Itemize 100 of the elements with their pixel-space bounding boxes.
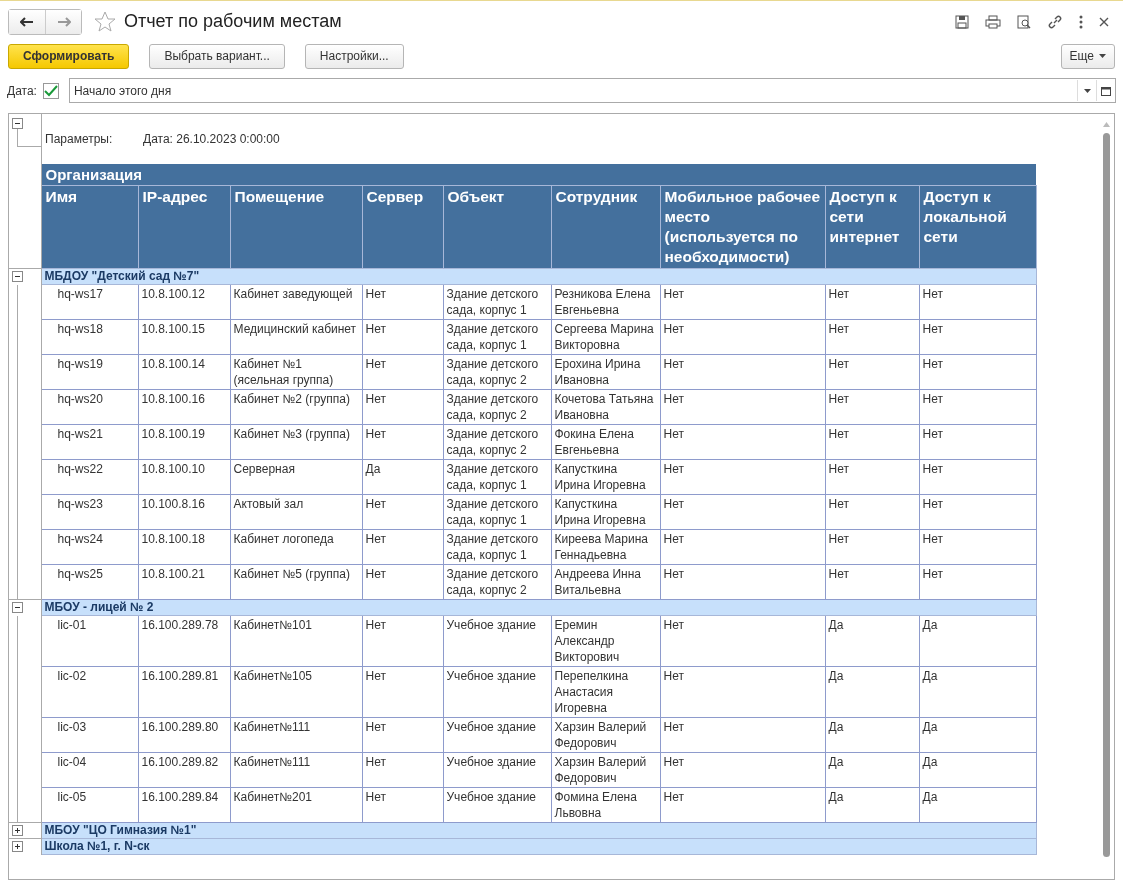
table-cell: 16.100.289.78 (138, 615, 230, 667)
table-cell: Здание детского сада, корпус 1 (443, 529, 551, 565)
table-cell: Да (825, 717, 919, 753)
table-cell: Нет (660, 529, 825, 565)
table-cell: Нет (919, 319, 1037, 355)
table-cell: lic-05 (41, 787, 138, 823)
table-cell: Нет (825, 459, 919, 495)
table-cell: Да (825, 666, 919, 718)
collapse-toggle[interactable] (12, 118, 23, 129)
table-cell: Нет (919, 459, 1037, 495)
table-cell: Киреева Марина Геннадьевна (551, 529, 660, 565)
column-header: Доступ к сети интернет (825, 185, 919, 269)
back-button[interactable] (9, 9, 45, 34)
table-cell: Кабинет№201 (230, 787, 362, 823)
date-field[interactable]: Начало этого дня (68, 78, 1116, 103)
table-cell: 16.100.289.84 (138, 787, 230, 823)
calendar-icon[interactable] (1101, 85, 1111, 96)
table-cell: Здание детского сада, корпус 1 (443, 319, 551, 355)
caret-icon (1099, 54, 1106, 58)
table-cell: Перепелкина Анастасия Игоревна (551, 666, 660, 718)
column-header: Сервер (362, 185, 443, 269)
table-cell: Кабинет№111 (230, 717, 362, 753)
table-cell: Нет (362, 424, 443, 460)
close-icon[interactable] (1099, 16, 1109, 27)
table-cell: 10.8.100.18 (138, 529, 230, 565)
left-arrow-icon (20, 16, 34, 27)
table-cell: Нет (362, 354, 443, 390)
table-cell: 10.8.100.12 (138, 284, 230, 320)
table-cell: Сергеева Марина Викторовна (551, 319, 660, 355)
group-column-header: Организация (41, 164, 1037, 186)
table-cell: Нет (660, 319, 825, 355)
expand-toggle[interactable] (12, 825, 23, 836)
table-cell: Нет (362, 284, 443, 320)
table-cell: Кабинет №1 (ясельная группа) (230, 354, 362, 390)
date-label: Дата: (7, 83, 37, 98)
table-cell: Серверная (230, 459, 362, 495)
table-cell: Нет (660, 787, 825, 823)
table-cell: Нет (660, 564, 825, 600)
table-cell: Да (919, 717, 1037, 753)
date-checkbox[interactable] (42, 82, 59, 99)
table-cell: lic-01 (41, 615, 138, 667)
table-cell: Да (919, 666, 1037, 718)
table-cell: Здание детского сада, корпус 1 (443, 494, 551, 530)
table-cell: Харзин Валерий Федорович (551, 717, 660, 753)
table-cell: Нет (825, 284, 919, 320)
table-cell: Здание детского сада, корпус 2 (443, 389, 551, 425)
table-cell: Здание детского сада, корпус 2 (443, 424, 551, 460)
dropdown-caret-icon[interactable] (1083, 88, 1091, 93)
table-cell: Нет (362, 564, 443, 600)
table-cell: Капусткина Ирина Игоревна (551, 459, 660, 495)
toolbar-button[interactable]: Сформировать (8, 43, 130, 69)
table-cell: Еремин Александр Викторович (551, 615, 660, 667)
table-cell: hq-ws20 (41, 389, 138, 425)
table-cell: Нет (919, 424, 1037, 460)
toolbar-button[interactable]: Настройки... (304, 43, 404, 69)
table-cell: Кабинет №5 (группа) (230, 564, 362, 600)
parameters-value: Дата: 26.10.2023 0:00:00 (143, 132, 280, 148)
column-header: Объект (443, 185, 551, 269)
more-button[interactable]: Еще (1060, 43, 1115, 69)
table-cell: Капусткина Ирина Игоревна (551, 494, 660, 530)
table-cell: 10.100.8.16 (138, 494, 230, 530)
table-cell: Нет (362, 389, 443, 425)
table-cell: Нет (660, 459, 825, 495)
table-cell: Учебное здание (443, 752, 551, 788)
table-cell: Нет (660, 424, 825, 460)
collapse-toggle[interactable] (12, 602, 23, 614)
table-cell: Нет (919, 284, 1037, 320)
table-cell: Да (362, 459, 443, 495)
table-cell: Андреева Инна Витальевна (551, 564, 660, 600)
collapse-toggle[interactable] (12, 271, 23, 283)
table-cell: 16.100.289.80 (138, 717, 230, 753)
star-icon[interactable] (94, 10, 116, 33)
table-cell: lic-03 (41, 717, 138, 753)
table-cell: hq-ws18 (41, 319, 138, 355)
table-cell: hq-ws23 (41, 494, 138, 530)
table-cell: Здание детского сада, корпус 1 (443, 459, 551, 495)
save-icon[interactable] (955, 14, 969, 29)
expand-toggle[interactable] (12, 841, 23, 853)
table-cell: 10.8.100.10 (138, 459, 230, 495)
table-cell: Нет (660, 717, 825, 753)
table-cell: Кочетова Татьяна Ивановна (551, 389, 660, 425)
table-cell: Да (919, 787, 1037, 823)
table-cell: Да (919, 615, 1037, 667)
table-cell: Кабинет№101 (230, 615, 362, 667)
table-cell: Нет (362, 666, 443, 718)
table-cell: Нет (825, 529, 919, 565)
toolbar-button[interactable]: Выбрать вариант... (149, 43, 285, 69)
window-title: Отчет по рабочим местам (124, 11, 342, 32)
link-icon[interactable] (1047, 13, 1063, 30)
more-icon[interactable] (1079, 14, 1083, 29)
print-icon[interactable] (985, 14, 1001, 29)
table-cell: Кабинет№111 (230, 752, 362, 788)
table-cell: Кабинет заведующей (230, 284, 362, 320)
column-header: IP-адрес (138, 185, 230, 269)
preview-icon[interactable] (1017, 14, 1031, 29)
table-cell: Да (825, 615, 919, 667)
table-cell: Нет (825, 564, 919, 600)
table-cell: 10.8.100.14 (138, 354, 230, 390)
table-cell: Нет (919, 389, 1037, 425)
table-cell: Кабинет логопеда (230, 529, 362, 565)
